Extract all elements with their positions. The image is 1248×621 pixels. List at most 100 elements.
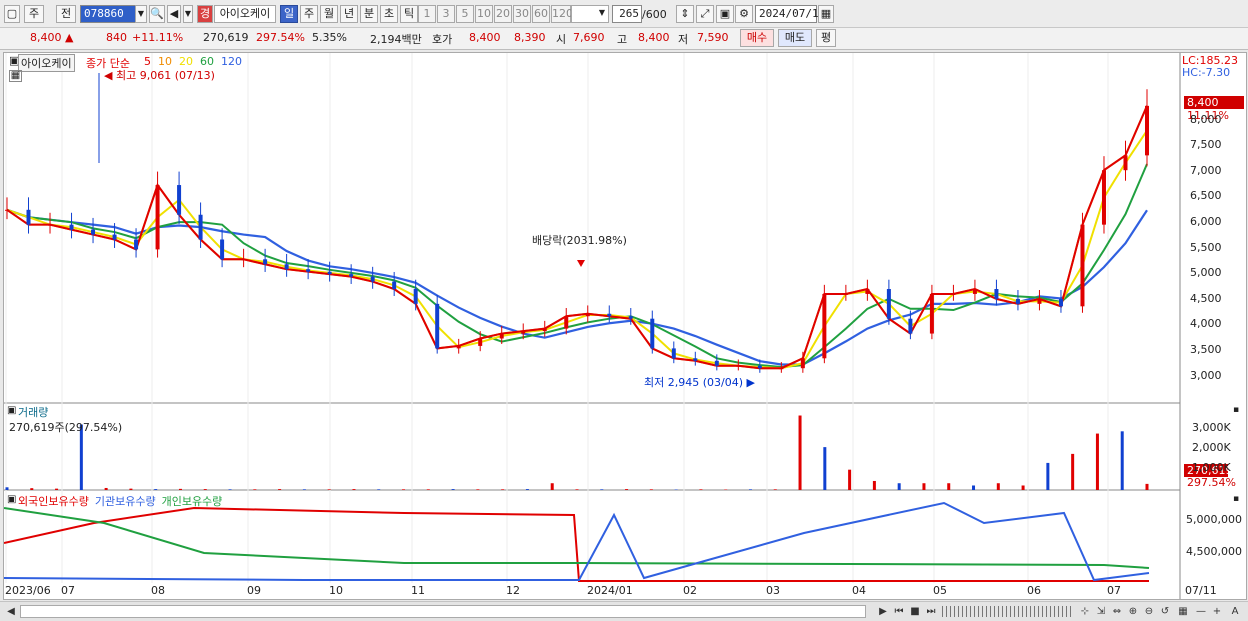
zoom-slider[interactable] <box>942 606 1072 617</box>
pin-icon[interactable]: ⇕ <box>676 5 694 23</box>
count-input[interactable]: 265 <box>612 5 642 23</box>
crosshair-icon[interactable]: ⊹ <box>1078 604 1092 619</box>
zoom-in-area-icon[interactable]: ⊕ <box>1126 604 1140 619</box>
chevron-down-icon[interactable]: ▼ <box>183 5 193 23</box>
candle-body <box>392 281 397 289</box>
tab-period-1[interactable]: 주 <box>300 5 318 23</box>
chart-area[interactable]: ▣ 아이오케이 종가 단순 5 10 20 60 120 ▦ ◀ 최고 9,061 (0… <box>3 52 1247 600</box>
interval-button-120[interactable]: 120 <box>551 5 573 23</box>
candle-body <box>327 271 332 275</box>
holdings-panel-icon[interactable]: ▣ <box>7 494 16 505</box>
scrollbar[interactable]: ◀ ▶ ⏮ ■ ⏭ ⊹ ⇲ ⇔ ⊕ ⊖ ↺ ▦ — + A <box>0 601 1248 621</box>
volume-tick-label: 3,000K <box>1192 421 1231 434</box>
candle-body <box>5 209 9 211</box>
last-page-icon[interactable]: ⏭ <box>924 604 938 619</box>
candle-body <box>886 289 891 319</box>
period-type-select[interactable]: 주 <box>24 5 44 23</box>
volume-bar <box>823 447 827 490</box>
tab-period-2[interactable]: 월 <box>320 5 338 23</box>
calendar-icon[interactable]: ▦ <box>818 5 834 23</box>
interval-button-3[interactable]: 3 <box>437 5 455 23</box>
scroll-right-icon[interactable]: ▶ <box>876 604 890 619</box>
volume-panel-icon[interactable]: ▣ <box>7 405 16 416</box>
volume-bar <box>1120 431 1124 490</box>
volume-bar <box>253 489 257 490</box>
volume-bar <box>600 489 604 490</box>
interval-button-5[interactable]: 5 <box>456 5 474 23</box>
candle-body <box>134 239 139 250</box>
interval-button-1[interactable]: 1 <box>418 5 436 23</box>
tab-period-3[interactable]: 년 <box>340 5 358 23</box>
volume-bar <box>1095 433 1099 490</box>
close-panel-icon[interactable]: ▪ <box>1233 494 1239 504</box>
candle-body <box>822 293 827 359</box>
volume-bar <box>748 489 752 490</box>
interval-button-20[interactable]: 20 <box>494 5 512 23</box>
x-axis-label: 03 <box>766 584 780 597</box>
trade-amount: 2,194백만 <box>370 33 422 46</box>
date-input[interactable]: 2024/07/11 <box>755 5 825 23</box>
candle-body <box>951 293 956 295</box>
chart-stock-name[interactable]: 아이오케이 <box>18 54 75 72</box>
high-note-text: 최고 9,061 (07/13) <box>115 69 215 82</box>
candle-body <box>478 338 483 346</box>
tab-period-5[interactable]: 초 <box>380 5 398 23</box>
candle-body <box>456 345 461 349</box>
volume-bar <box>402 489 406 490</box>
candle-body <box>736 365 741 367</box>
sell-button[interactable]: 매도 <box>778 29 812 47</box>
chevron-down-icon[interactable]: ▼ <box>596 5 608 23</box>
plus-icon[interactable]: + <box>1210 604 1224 619</box>
fit-icon[interactable]: ⇲ <box>1094 604 1108 619</box>
reset-icon[interactable]: ↺ <box>1158 604 1172 619</box>
search-icon[interactable]: 🔍 <box>149 5 165 23</box>
grid-icon[interactable]: ▦ <box>1176 604 1190 619</box>
high-price: 8,400 <box>638 31 670 44</box>
interval-button-30[interactable]: 30 <box>513 5 531 23</box>
candle-body <box>542 328 547 332</box>
speaker-icon[interactable]: ◀ <box>167 5 181 23</box>
price-tick-label: 6,000 <box>1190 215 1222 228</box>
volume-bar <box>278 489 282 490</box>
interval-button-60[interactable]: 60 <box>532 5 550 23</box>
scroll-track[interactable] <box>20 605 866 618</box>
chart-tool-icon[interactable]: ⤢ <box>696 5 714 23</box>
volume-bar <box>1071 453 1075 490</box>
volume-bar <box>550 483 554 490</box>
interval-button-10[interactable]: 10 <box>475 5 493 23</box>
pan-icon[interactable]: ⇔ <box>1110 604 1124 619</box>
volume-bar <box>1021 485 1025 490</box>
candle-body <box>1015 298 1020 304</box>
even-button[interactable]: 평 <box>816 29 836 47</box>
scroll-left-icon[interactable]: ◀ <box>4 604 18 619</box>
zoom-out-area-icon[interactable]: ⊖ <box>1142 604 1156 619</box>
table-icon[interactable]: ▦ <box>9 70 22 82</box>
tab-period-4[interactable]: 분 <box>360 5 378 23</box>
volume-bar <box>575 489 579 490</box>
tab-period-0[interactable]: 일 <box>280 5 298 23</box>
font-size-icon[interactable]: A <box>1228 604 1242 619</box>
volume-bar <box>996 483 1000 490</box>
gear-icon[interactable]: ⚙ <box>735 5 753 23</box>
stock-code-input[interactable]: 078860 <box>80 5 136 23</box>
price-change: 840 <box>106 31 127 44</box>
first-page-icon[interactable]: ⏮ <box>892 604 906 619</box>
buy-button[interactable]: 매수 <box>740 29 774 47</box>
volume-bar <box>302 489 306 490</box>
save-icon[interactable]: ▣ <box>716 5 734 23</box>
dividend-marker <box>577 260 585 267</box>
candle-body <box>26 209 31 225</box>
price-tick-label: 5,000 <box>1190 266 1222 280</box>
window-menu-icon[interactable]: ▢ <box>4 5 20 23</box>
close-panel-icon[interactable]: ▪ <box>1233 405 1239 415</box>
stop-icon[interactable]: ■ <box>908 604 922 619</box>
minus-icon[interactable]: — <box>1194 604 1208 619</box>
chevron-down-icon[interactable]: ▼ <box>135 5 147 23</box>
price-tick-label: 7,000 <box>1190 163 1222 177</box>
volume-tick-label: 1,000K <box>1192 461 1231 474</box>
prev-button[interactable]: 전 <box>56 5 76 23</box>
candle-body <box>370 276 375 282</box>
volume-bar <box>30 488 34 490</box>
tab-period-6[interactable]: 틱 <box>400 5 418 23</box>
x-axis-label: 04 <box>852 584 866 597</box>
